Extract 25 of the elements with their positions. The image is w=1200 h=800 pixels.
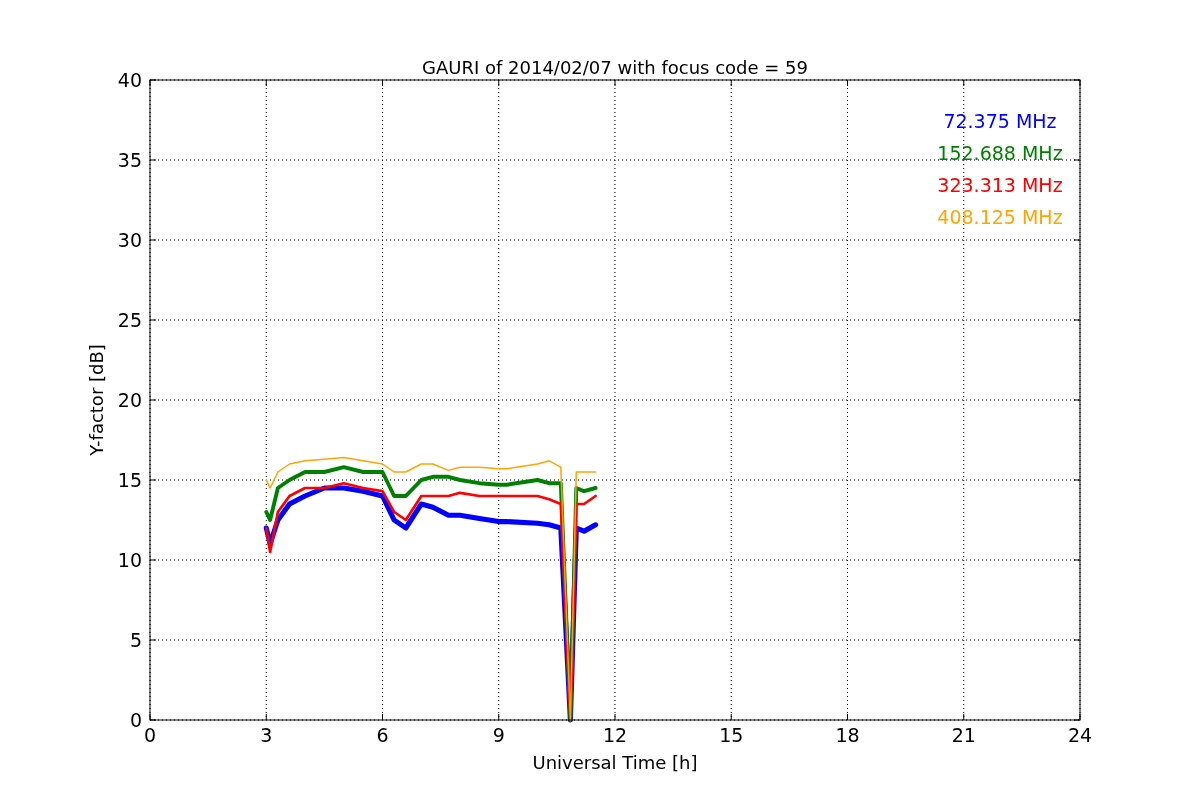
tick-label: 15 [117,469,142,491]
axis-label: Universal Time [h] [532,752,698,773]
legend-label: 323.313 MHz [937,174,1063,196]
tick-label: 3 [260,724,273,746]
legend-label: 408.125 MHz [937,206,1063,228]
tick-label: 25 [117,309,142,331]
legend-label: 152.688 MHz [937,142,1063,164]
tick-label: 15 [719,724,744,746]
tick-label: 0 [143,724,157,746]
tick-label: 35 [117,149,142,171]
axis-label: Y-factor [dB] [86,344,107,456]
tick-label: 21 [951,724,976,746]
tick-label: 18 [835,724,860,746]
tick-label: 30 [117,229,142,251]
legend-label: 72.375 MHz [943,110,1057,132]
tick-label: 24 [1067,724,1093,746]
tick-label: 20 [117,389,142,411]
tick-label: 10 [117,549,142,571]
chart-title: GAURI of 2014/02/07 with focus code = 59 [422,57,808,78]
tick-label: 12 [602,724,628,746]
tick-label: 5 [129,629,142,651]
tick-label: 0 [129,709,142,731]
tick-label: 6 [376,724,389,746]
tick-label: 40 [117,69,142,91]
tick-label: 9 [492,724,505,746]
